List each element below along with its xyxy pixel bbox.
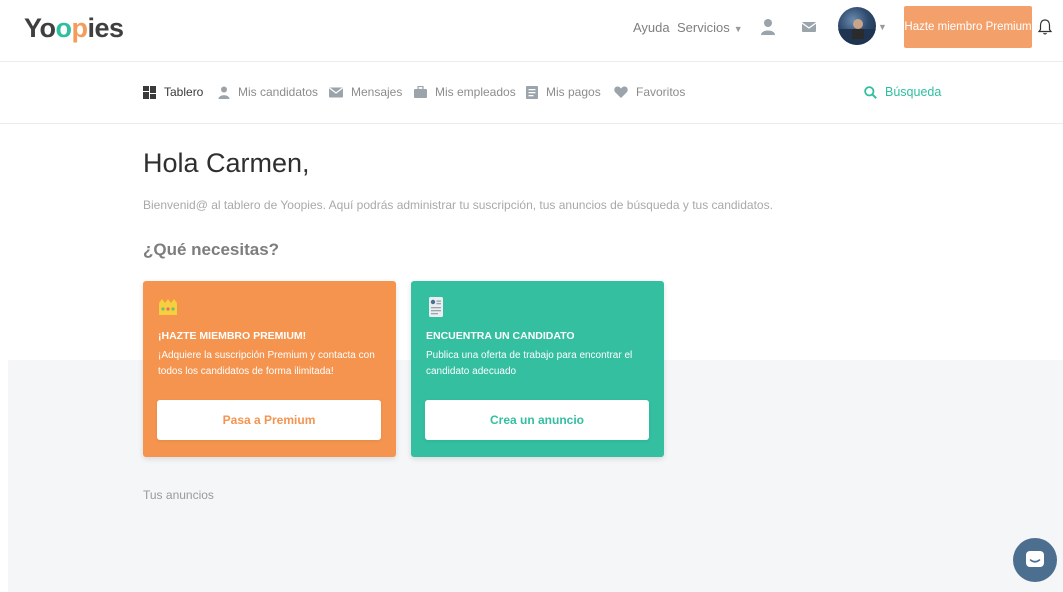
- crown-icon: [159, 299, 177, 315]
- nav-label: Mensajes: [351, 85, 403, 99]
- logo-part: Yo: [24, 13, 56, 43]
- logo-part: p: [71, 13, 89, 43]
- user-icon[interactable]: [759, 18, 777, 36]
- receipt-icon: [526, 85, 538, 99]
- nav-label: Mis empleados: [435, 85, 516, 99]
- chevron-down-icon: ▼: [733, 24, 743, 34]
- avatar-photo: [838, 19, 876, 45]
- welcome-text: Bienvenid@ al tablero de Yoopies. Aquí p…: [143, 198, 773, 212]
- premium-card: ¡HAZTE MIEMBRO PREMIUM! ¡Adquiere la sus…: [143, 281, 396, 457]
- top-header: Yoopies Ayuda Servicios ▼ ▼ Hazte miembro…: [0, 0, 1063, 62]
- chat-icon: [1026, 551, 1044, 567]
- search-link[interactable]: Búsqueda: [864, 85, 941, 99]
- card-title: ¡HAZTE MIEMBRO PREMIUM!: [158, 330, 307, 342]
- services-label: Servicios: [677, 20, 730, 35]
- nav-label: Tablero: [164, 85, 204, 99]
- nav-item-mis-candidatos[interactable]: Mis candidatos: [218, 85, 318, 99]
- page-title: Hola Carmen,: [143, 148, 310, 178]
- nav-item-mis-pagos[interactable]: Mis pagos: [526, 85, 601, 99]
- card-title: ENCUENTRA UN CANDIDATO: [426, 330, 575, 342]
- search-label: Búsqueda: [885, 85, 942, 99]
- avatar[interactable]: [838, 7, 876, 45]
- dashboard-icon: [143, 85, 156, 99]
- nav-label: Mis candidatos: [238, 85, 319, 99]
- nav-item-mensajes[interactable]: Mensajes: [329, 85, 402, 99]
- go-premium-button[interactable]: Pasa a Premium: [157, 400, 381, 440]
- card-description: ¡Adquiere la suscripción Premium y conta…: [158, 350, 375, 377]
- nav-item-favoritos[interactable]: Favoritos: [614, 85, 685, 99]
- help-link[interactable]: Ayuda: [633, 20, 670, 35]
- create-ad-button[interactable]: Crea un anuncio: [425, 400, 649, 440]
- envelope-icon: [329, 87, 343, 97]
- search-icon: [864, 85, 877, 99]
- nav-label: Favoritos: [636, 85, 686, 99]
- heart-icon: [614, 86, 628, 98]
- envelope-icon[interactable]: [800, 18, 818, 36]
- nav-item-tablero[interactable]: Tablero: [143, 85, 203, 99]
- premium-button[interactable]: Hazte miembro Premium: [904, 6, 1032, 48]
- section-heading: ¿Qué necesitas?: [143, 240, 280, 259]
- briefcase-icon: [414, 86, 427, 98]
- logo-part: ies: [87, 13, 125, 43]
- chat-launcher-button[interactable]: [1013, 538, 1057, 582]
- your-ads-label: Tus anuncios: [143, 488, 214, 502]
- nav-label: Mis pagos: [546, 85, 601, 99]
- chevron-down-icon[interactable]: ▼: [878, 22, 887, 32]
- yoopies-logo[interactable]: Yoopies: [24, 13, 124, 44]
- services-dropdown[interactable]: Servicios ▼: [677, 20, 743, 35]
- user-icon: [218, 86, 230, 99]
- card-description: Publica una oferta de trabajo para encon…: [426, 350, 633, 377]
- candidate-card-icon: [429, 297, 443, 317]
- logo-part: o: [55, 13, 73, 43]
- bell-icon[interactable]: [1037, 18, 1053, 36]
- find-candidate-card: ENCUENTRA UN CANDIDATO Publica una ofert…: [411, 281, 664, 457]
- dashboard-nav: Tablero Mis candidatos Mensajes Mis empl…: [0, 62, 1063, 124]
- nav-item-mis-empleados[interactable]: Mis empleados: [414, 85, 516, 99]
